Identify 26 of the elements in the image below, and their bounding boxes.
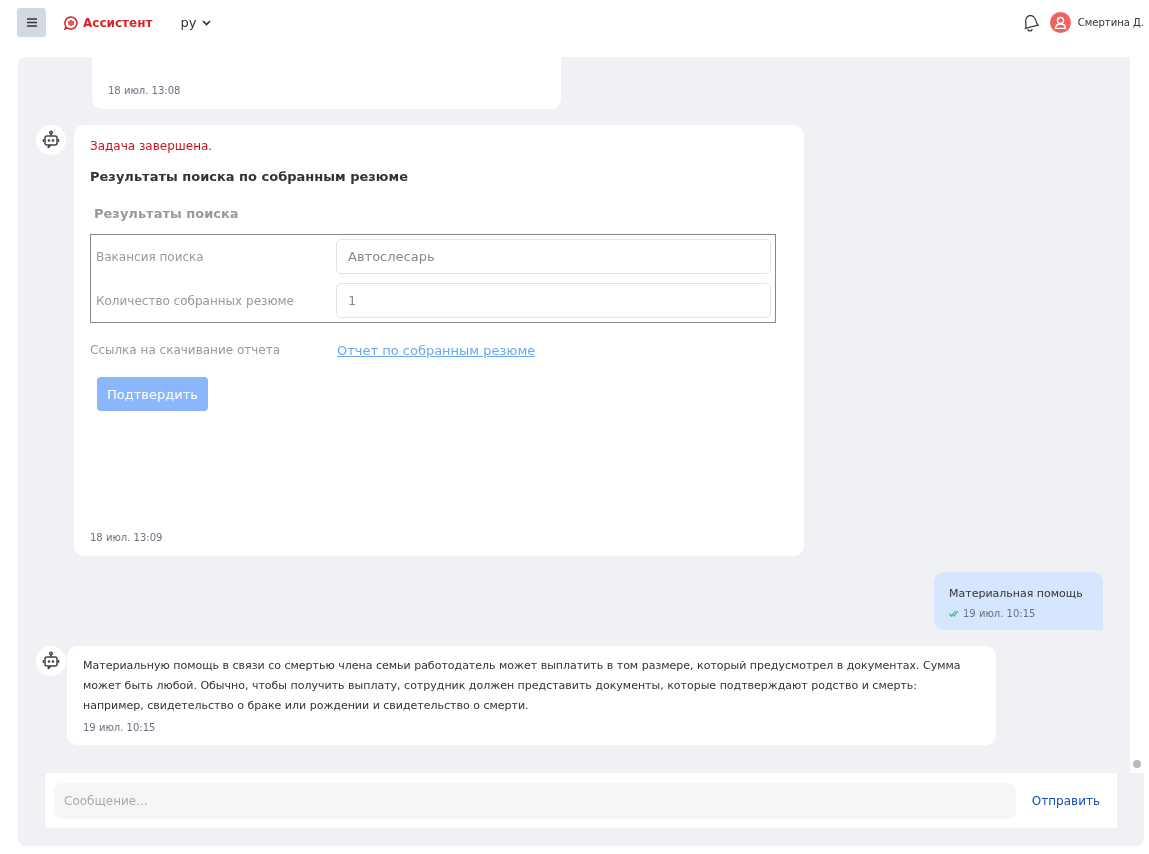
field-label: Вакансия поиска: [95, 249, 205, 264]
send-button[interactable]: Отправить: [1031, 793, 1100, 808]
message-text: Материальная помощь: [949, 586, 1084, 602]
message-time: 19 июл. 10:15: [963, 608, 1036, 619]
field-value: Автослесарь: [336, 239, 771, 274]
scrollbar-thumb[interactable]: [1133, 760, 1141, 768]
field-value: 1: [336, 283, 771, 318]
message-time: 18 июл. 13:09: [90, 532, 164, 543]
brand-logo[interactable]: Ассистент: [64, 15, 153, 30]
report-link[interactable]: Отчет по собранным резюме: [337, 343, 536, 358]
user-avatar[interactable]: [1049, 12, 1071, 33]
user-name: Смертина Д.: [1077, 17, 1144, 28]
result-title: Результаты поиска по собранным резюме: [90, 169, 409, 184]
message-text: Материальную помощь в связи со смертью члена семьи работодатель может выплатить в том размере, который предусмотрел в документах. Сумма может быть любой. Обычно, чтобы получить выплату, сотрудник должен представить документы, которые подтверждают родство и смерть: например, свидетельство о браке или рождении и свидетельство о смерти.: [83, 658, 962, 714]
field-label: Количество собранных резюме: [95, 293, 295, 308]
message-input[interactable]: Сообщение...: [54, 782, 1016, 819]
language-select[interactable]: ру: [180, 15, 212, 30]
menu-button[interactable]: [17, 8, 46, 37]
task-status: Задача завершена.: [90, 139, 214, 153]
link-label: Ссылка на скачивание отчета: [90, 343, 282, 358]
chevron-down-icon: [202, 19, 212, 26]
chat-bubble-icon: [64, 15, 78, 30]
section-heading: Результаты поиска: [94, 206, 240, 221]
message-time: 19 июл. 10:15: [83, 722, 157, 733]
menu-icon: [26, 18, 37, 27]
message-time: 18 июл. 13:08: [108, 85, 182, 96]
